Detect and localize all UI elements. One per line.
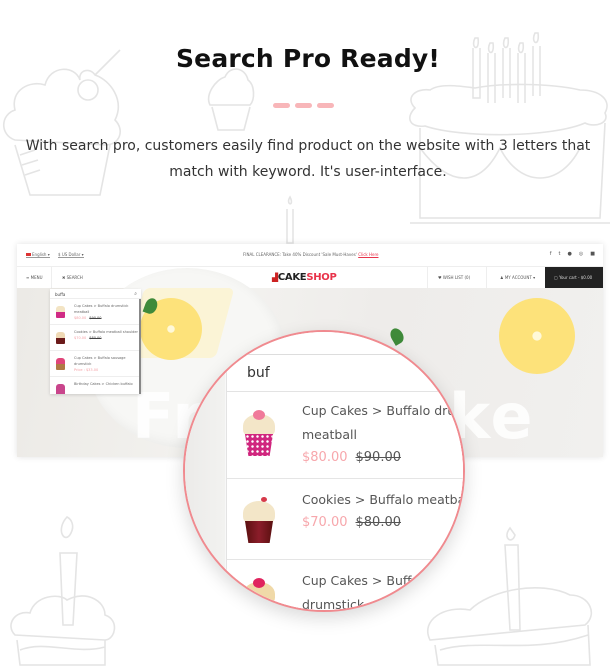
top-bar: English ▾ $ US Dollar ▾ FINAL CLEARANCE:… (17, 244, 603, 266)
promo-link[interactable]: Click Here (358, 252, 378, 257)
birthday-cake-thumbnail (56, 384, 65, 394)
search-result-item[interactable]: Cup Cakes > Buffalo drumstick (227, 560, 463, 610)
twitter-icon[interactable]: t (559, 251, 561, 257)
nav-divider (51, 267, 52, 289)
search-result-item[interactable]: Cup Cakes > Buffalo sausage drumstick Pr… (50, 351, 141, 377)
pinterest-icon[interactable]: ● (568, 251, 572, 257)
pink-cupcake-thumbnail (239, 406, 279, 462)
menu-button[interactable]: ≡ MENU (26, 275, 43, 280)
chocolate-cupcake-thumbnail (56, 332, 65, 344)
search-icon[interactable]: ⌕ (134, 291, 137, 297)
cake-slice-doodle-icon (10, 516, 116, 666)
site-logo[interactable]: ▟CAKESHOP (272, 272, 337, 283)
dropdown-scrollbar[interactable] (139, 299, 141, 394)
original-price: $80.00 (355, 515, 402, 530)
section-description: With search pro, customers easily find p… (25, 138, 591, 180)
search-result-item[interactable]: Cookies > Buffalo meatball sh $70.00$80.… (227, 479, 463, 560)
magnifier-lens: buf Cup Cakes > Buffalo drumst meatball … (183, 330, 465, 612)
search-result-item[interactable]: Birthday Cakes > Chicken buffalo (50, 377, 141, 394)
social-links: f t ● ◎ ■ (550, 251, 595, 257)
sale-price: $70.00 (302, 515, 348, 530)
facebook-icon[interactable]: f (550, 251, 552, 257)
search-dropdown-magnified: buf Cup Cakes > Buffalo drumst meatball … (226, 354, 463, 610)
main-nav: ≡ MENU ✖ SEARCH ▟CAKESHOP ♥ WISH LIST (0… (17, 266, 603, 289)
search-button[interactable]: ✖ SEARCH (62, 275, 83, 280)
title-divider (273, 103, 334, 108)
nav-divider (486, 267, 487, 289)
search-input-preview[interactable]: buffa ⌕ (50, 289, 141, 299)
chocolate-cupcake-thumbnail (239, 493, 279, 549)
language-selector[interactable]: English ▾ (26, 252, 50, 258)
sale-price: $80.00 (302, 450, 348, 465)
account-menu[interactable]: ♟ MY ACCOUNT ▾ (500, 275, 535, 280)
wishlist-link[interactable]: ♥ WISH LIST (0) (438, 275, 470, 280)
instagram-icon[interactable]: ◎ (579, 251, 583, 257)
currency-selector[interactable]: $ US Dollar ▾ (58, 252, 84, 258)
search-result-item[interactable]: Cup Cakes > Buffalo drumstick meatball $… (50, 299, 141, 325)
search-dropdown-preview: buffa ⌕ Cup Cakes > Buffalo drumstick mea… (50, 289, 141, 394)
cart-button[interactable]: ▢ Your cart - $0.00 (545, 267, 603, 289)
search-query-field[interactable]: buf (227, 354, 463, 392)
promo-banner: FINAL CLEARANCE: Take 40% Discount 'Sale… (243, 252, 379, 257)
candle-doodle-icon (286, 195, 294, 244)
pink-cupcake-thumbnail (56, 306, 65, 318)
cupcake-thumbnail (56, 358, 65, 370)
lemon-half-image (499, 298, 575, 374)
section-title: Search Pro Ready! (175, 44, 441, 73)
uk-flag-icon (26, 253, 31, 256)
search-result-item[interactable]: Cup Cakes > Buffalo drumst meatball $80.… (227, 392, 463, 479)
youtube-icon[interactable]: ■ (590, 251, 595, 257)
original-price: $90.00 (355, 450, 402, 465)
search-result-item[interactable]: Cookies > Buffalo meatball shoulder $70.… (50, 325, 141, 351)
cupcake-thumbnail (239, 574, 279, 610)
nav-divider (427, 267, 428, 289)
